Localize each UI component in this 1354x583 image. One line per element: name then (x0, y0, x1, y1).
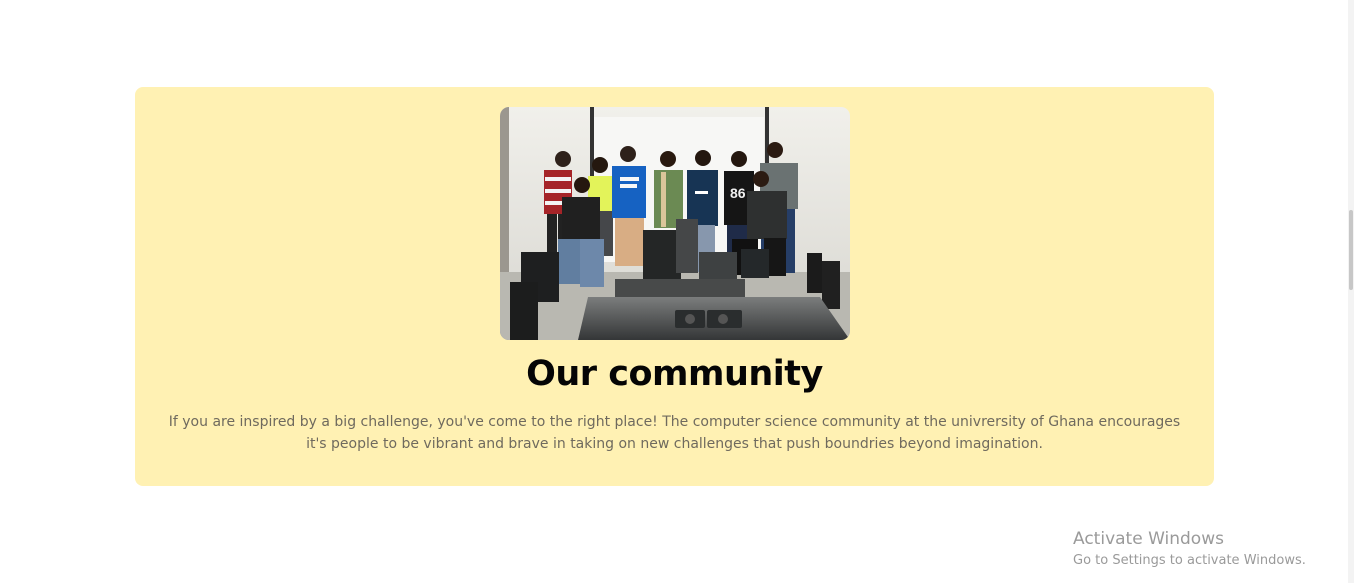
activate-windows-watermark: Activate Windows Go to Settings to activ… (1073, 528, 1333, 570)
watermark-title: Activate Windows (1073, 529, 1224, 549)
scrollbar-thumb[interactable] (1349, 210, 1353, 290)
community-card: 86 Our community If you are inspired by … (135, 87, 1214, 486)
vertical-scrollbar[interactable] (1348, 0, 1354, 583)
community-photo: 86 (500, 107, 850, 340)
section-description: If you are inspired by a big challenge, … (168, 414, 1181, 452)
section-title: Our community (526, 354, 823, 394)
watermark-subtitle: Go to Settings to activate Windows. (1073, 553, 1306, 568)
page: 86 Our community If you are inspired by … (0, 0, 1354, 583)
svg-text:86: 86 (730, 185, 746, 201)
